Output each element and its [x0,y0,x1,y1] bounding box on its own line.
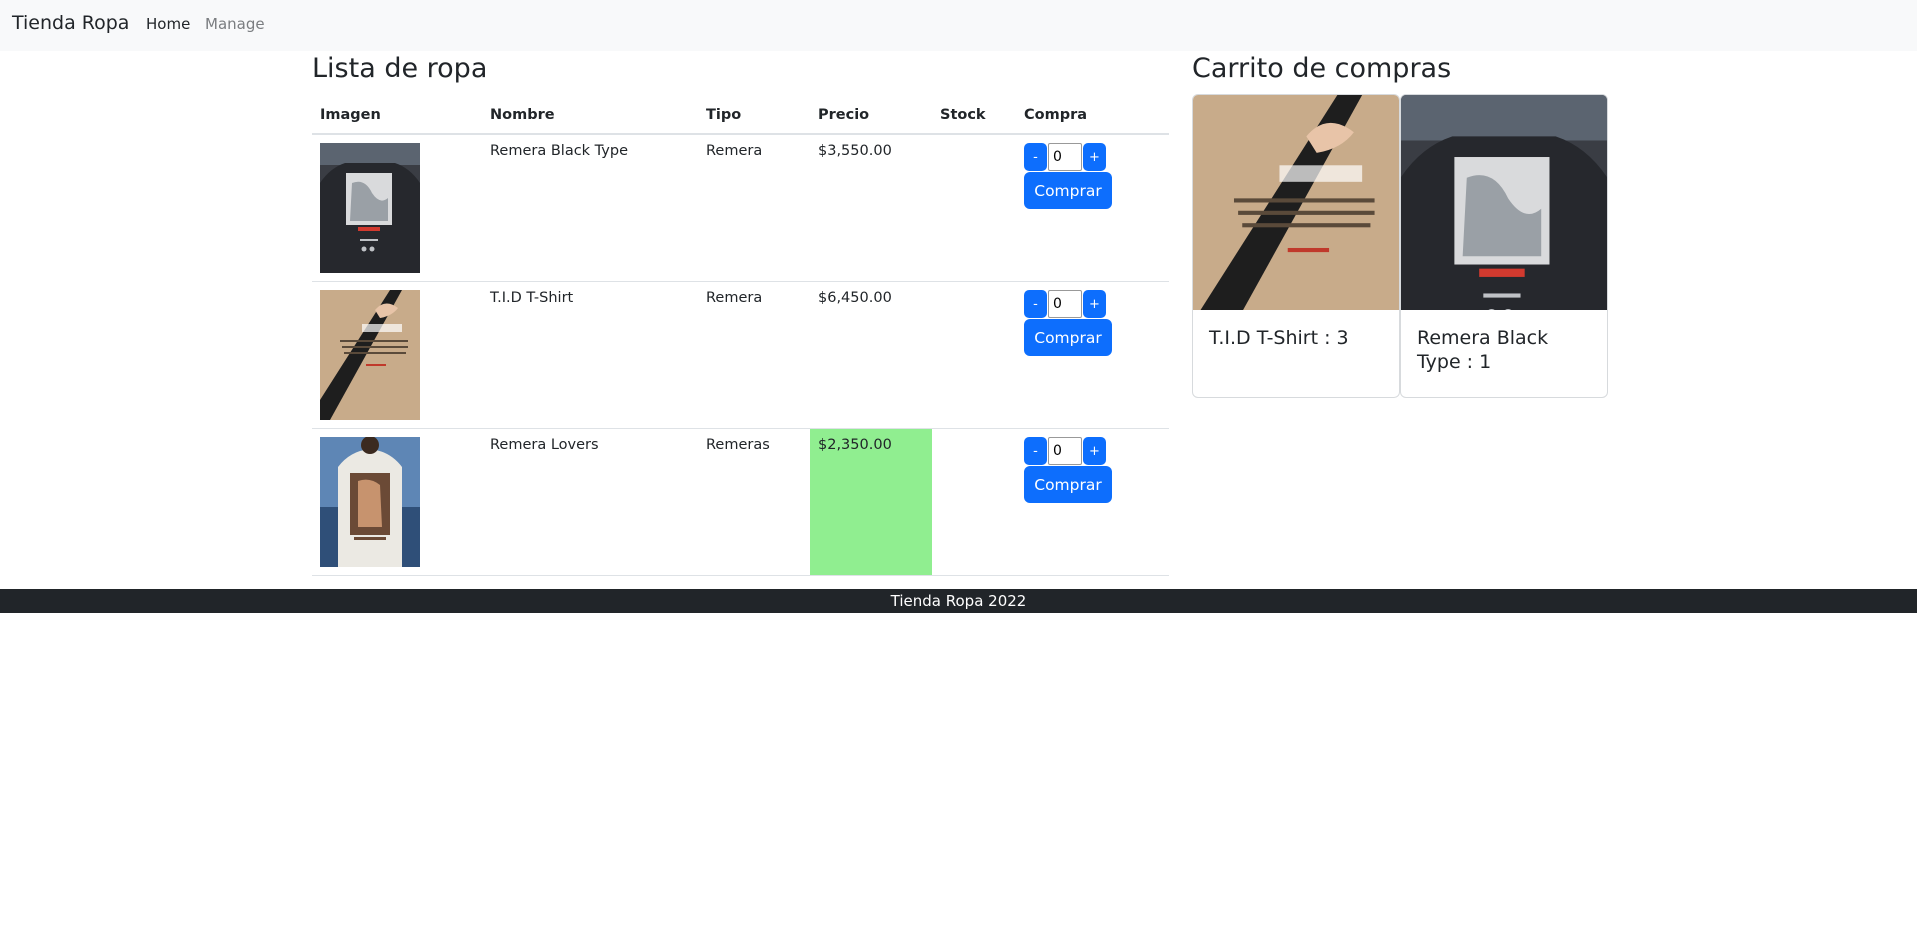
cart-item-image [1193,95,1399,310]
product-name: Remera Lovers [482,428,698,576]
product-price: $3,550.00 [810,134,932,282]
purchase-cell: - + Comprar [1016,428,1169,576]
product-type: Remera [698,281,810,429]
product-image-cell [312,281,482,429]
product-name: Remera Black Type [482,134,698,282]
product-type: Remera [698,134,810,282]
buy-button[interactable]: Comprar [1024,319,1112,356]
quantity-input[interactable] [1048,290,1082,318]
product-price-highlighted: $2,350.00 [810,428,932,576]
table-row: T.I.D T-Shirt Remera $6,450.00 - + Compr… [312,281,1169,429]
increment-button[interactable]: + [1083,143,1106,171]
product-name: T.I.D T-Shirt [482,281,698,429]
column-header-stock: Stock [932,96,1016,135]
purchase-cell: - + Comprar [1016,134,1169,282]
cart-item-card: Remera Black Type : 1 [1400,94,1608,398]
cart-item-image [1401,95,1607,310]
product-stock [932,134,1016,282]
decrement-button[interactable]: - [1024,437,1047,465]
cart-item-card: T.I.D T-Shirt : 3 [1192,94,1400,398]
product-image-cell [312,134,482,282]
decrement-button[interactable]: - [1024,290,1047,318]
quantity-stepper: - + [1024,143,1161,171]
cart-item-label: T.I.D T-Shirt : 3 [1209,327,1349,349]
increment-button[interactable]: + [1083,290,1106,318]
top-navbar: Tienda Ropa Home Manage [0,0,1917,51]
quantity-input[interactable] [1048,437,1082,465]
quantity-stepper: - + [1024,437,1161,465]
purchase-cell: - + Comprar [1016,281,1169,429]
column-header-price: Precio [810,96,932,135]
products-title: Lista de ropa [312,53,488,84]
cart-title: Carrito de compras [1192,53,1452,84]
product-image [320,290,420,420]
column-header-type: Tipo [698,96,810,135]
nav-home-link[interactable]: Home [146,15,190,33]
brand-link[interactable]: Tienda Ropa [12,12,129,34]
decrement-button[interactable]: - [1024,143,1047,171]
product-image [320,143,420,273]
product-image-cell [312,428,482,576]
increment-button[interactable]: + [1083,437,1106,465]
cart-item-label: Remera Black Type : 1 [1417,327,1549,373]
quantity-input[interactable] [1048,143,1082,171]
product-stock [932,281,1016,429]
product-image [320,437,420,567]
buy-button[interactable]: Comprar [1024,466,1112,503]
products-table: Imagen Nombre Tipo Precio Stock Compra R… [312,96,1169,576]
column-header-buy: Compra [1016,96,1169,135]
column-header-name: Nombre [482,96,698,135]
nav-manage-link[interactable]: Manage [205,15,265,33]
product-stock [932,428,1016,576]
product-price: $6,450.00 [810,281,932,429]
page-footer: Tienda Ropa 2022 [0,589,1917,613]
quantity-stepper: - + [1024,290,1161,318]
column-header-image: Imagen [312,96,482,135]
product-type: Remeras [698,428,810,576]
table-row: Remera Black Type Remera $3,550.00 - + C… [312,134,1169,282]
table-header-row: Imagen Nombre Tipo Precio Stock Compra [312,96,1169,135]
buy-button[interactable]: Comprar [1024,172,1112,209]
table-row: Remera Lovers Remeras $2,350.00 - + Comp… [312,428,1169,576]
